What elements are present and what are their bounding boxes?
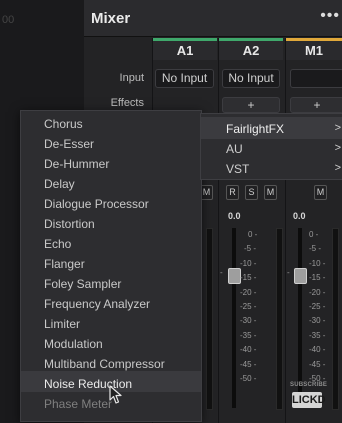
- input-select-a2[interactable]: No Input: [222, 69, 280, 88]
- scale-tick-label: -50 -: [240, 374, 257, 383]
- fader-mark: -: [220, 268, 223, 277]
- scale-tick-label: -15 -: [240, 273, 257, 283]
- level-meter-a2: [276, 228, 283, 410]
- solo-button-a2[interactable]: S: [245, 185, 258, 200]
- scale-tick-label: -5 -: [244, 244, 256, 254]
- menu-item-foley-sampler[interactable]: Foley Sampler: [44, 277, 121, 291]
- effects-row-label: Effects: [110, 97, 144, 109]
- mixer-header: Mixer •••: [84, 0, 342, 37]
- watermark-logo: LICKD: [292, 392, 326, 408]
- mute-button-m1[interactable]: M: [314, 185, 327, 200]
- track-color-bar: [219, 38, 283, 41]
- menu-item-modulation[interactable]: Modulation: [44, 337, 103, 351]
- scale-tick-label: -30 -: [240, 316, 257, 326]
- chevron-right-icon: >: [334, 162, 341, 174]
- menu-item-multiband-compressor[interactable]: Multiband Compressor: [44, 357, 165, 371]
- fader-mark: -: [287, 268, 290, 277]
- scale-tick-label: -20 -: [309, 287, 326, 297]
- scale-tick-label: -35 -: [240, 330, 257, 340]
- level-meter-m1: [332, 228, 339, 410]
- scale-tick-label: -5 -: [309, 244, 321, 254]
- submenu-item-au[interactable]: AU: [226, 142, 243, 156]
- scale-tick-label: -40 -: [240, 345, 257, 355]
- menu-item-dialogue-processor[interactable]: Dialogue Processor: [44, 197, 149, 211]
- scale-tick-label: -45 -: [309, 359, 326, 369]
- fader-handle-m1[interactable]: [294, 268, 307, 284]
- input-row-label: Input: [119, 72, 144, 84]
- record-button-a2[interactable]: R: [226, 185, 239, 200]
- scale-tick-label: -35 -: [309, 330, 326, 340]
- menu-item-distortion[interactable]: Distortion: [44, 217, 95, 231]
- level-readout-a2: 0.0: [228, 211, 241, 221]
- scale-tick-label: -20 -: [240, 287, 257, 297]
- fader-track-a2: [232, 228, 236, 408]
- menu-item-limiter[interactable]: Limiter: [44, 317, 80, 331]
- menu-item-de-hummer[interactable]: De-Hummer: [44, 157, 109, 171]
- menu-item-delay[interactable]: Delay: [44, 177, 75, 191]
- scale-tick-label: -45 -: [240, 359, 257, 369]
- chevron-right-icon: >: [334, 142, 341, 154]
- scale-tick-label: 0 -: [248, 230, 258, 239]
- chevron-right-icon: >: [334, 122, 341, 134]
- scale-tick-label: -40 -: [309, 345, 326, 355]
- scale-tick-label: -25 -: [309, 302, 326, 311]
- track-color-bar: [153, 38, 217, 41]
- menu-item-phase-meter[interactable]: Phase Meter: [44, 397, 112, 411]
- track-color-bar: [286, 38, 342, 41]
- scale-tick-label: -15 -: [309, 273, 326, 283]
- scale-tick-label: -10 -: [309, 258, 326, 268]
- kebab-icon[interactable]: •••: [320, 7, 340, 25]
- scale-tick-label: -30 -: [309, 316, 326, 326]
- input-select-a1[interactable]: No Input: [155, 69, 214, 88]
- menu-item-echo[interactable]: Echo: [44, 237, 71, 251]
- track-header-m1[interactable]: M1: [286, 38, 342, 60]
- plugin-category-submenu: FairlightFX > AU > VST >: [200, 113, 342, 180]
- scale-tick-label: -25 -: [240, 302, 257, 311]
- input-select-m1[interactable]: [290, 69, 342, 88]
- background-number: 00: [2, 14, 15, 26]
- level-meter-a1: [206, 228, 213, 410]
- menu-item-chorus[interactable]: Chorus: [44, 117, 83, 131]
- mixer-title: Mixer: [91, 10, 131, 27]
- fader-track-m1: [298, 228, 302, 408]
- menu-item-flanger[interactable]: Flanger: [44, 257, 85, 271]
- watermark-subscribe: SUBSCRIBE: [290, 382, 328, 388]
- scale-tick-label: -10 -: [240, 258, 257, 268]
- add-effect-button-m1[interactable]: +: [290, 97, 342, 113]
- column-divider: [218, 38, 219, 423]
- submenu-item-vst[interactable]: VST: [226, 162, 249, 176]
- submenu-item-fairlightfx[interactable]: FairlightFX: [226, 122, 284, 136]
- add-effect-button-a2[interactable]: +: [222, 97, 280, 113]
- track-header-a2[interactable]: A2: [219, 38, 283, 60]
- track-header-a1[interactable]: A1: [153, 38, 217, 60]
- level-readout-m1: 0.0: [293, 211, 306, 221]
- mute-button-a2[interactable]: M: [264, 185, 277, 200]
- menu-item-de-esser[interactable]: De-Esser: [44, 137, 94, 151]
- mouse-pointer-icon: [109, 385, 122, 404]
- scale-tick-label: 0 -: [309, 230, 319, 239]
- menu-item-frequency-analyzer[interactable]: Frequency Analyzer: [44, 297, 150, 311]
- column-divider: [285, 38, 286, 423]
- effects-dropdown-menu: Chorus De-Esser De-Hummer Delay Dialogue…: [20, 110, 202, 422]
